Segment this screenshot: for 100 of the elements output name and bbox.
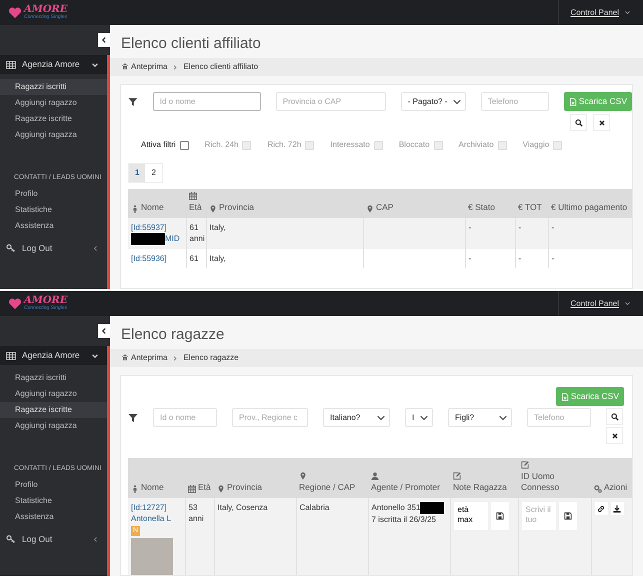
table-cell: Italy, [206,249,363,268]
column-header: Provincia [219,202,254,213]
dropdown[interactable]: Italiano? [323,408,390,427]
sidebar-item[interactable]: Aggiungi ragazzo [0,95,107,111]
sidebar-item[interactable]: Profilo [0,186,107,202]
table-cell: 61 [186,249,206,268]
calendar-icon [189,192,197,200]
sidebar-item[interactable]: Statistiche [0,493,107,509]
filter-icon [128,97,138,107]
page-link[interactable]: 1 [129,164,146,182]
search-button[interactable] [570,114,587,131]
dropdown[interactable]: I [405,408,433,427]
checkbox-label: Attiva filtri [141,139,176,151]
caret-icon [624,300,631,307]
record-link[interactable]: [Id:55937] [131,222,182,233]
gears-icon [594,485,602,493]
close-icon [598,118,606,126]
menu-group-header[interactable]: Agenzia Amore [0,346,107,365]
breadcrumb-link[interactable]: Elenco ragazze [183,352,239,364]
column-header: ID Uomo Connesso [521,471,560,493]
agent-text: Antonello 351 [372,503,420,512]
chevron-left-icon [92,536,99,543]
sidebar-item[interactable]: Aggiungi ragazza [0,127,107,143]
grid-icon [6,352,16,360]
chevron-left-icon [100,36,108,44]
calendar-icon [188,485,196,493]
edit-icon [521,461,529,469]
logout-link[interactable]: Log Out [0,234,107,255]
collapse-button[interactable] [98,324,110,338]
key-icon [6,535,16,544]
record-link[interactable]: MID [165,234,180,244]
sidebar-item[interactable]: Assistenza [0,218,107,234]
breadcrumb-link[interactable]: Anteprima [121,352,168,364]
home-icon [121,62,129,70]
checkbox[interactable] [180,140,189,150]
sidebar-item[interactable]: Ragazze iscritte [0,111,107,127]
breadcrumb-link[interactable]: Anteprima [121,61,168,73]
user-icon [371,472,379,480]
column-header: Agente / Promoter [371,482,440,493]
grid-icon [6,60,16,68]
sidebar-item[interactable]: Ragazzi iscritti [0,370,107,386]
table-cell: Italy, Cosenza [214,498,296,575]
clear-button[interactable] [593,114,610,131]
save-button[interactable] [558,502,576,530]
download-button[interactable] [610,502,624,515]
map-marker-icon [209,205,217,213]
search-button[interactable] [606,408,623,425]
table-cell: Calabria [296,498,368,575]
sidebar-item[interactable]: Aggiungi ragazza [0,418,107,434]
logo-text: AMORE [24,296,68,306]
sidebar-item[interactable]: Ragazze iscritte [0,402,107,418]
file-icon [560,392,569,400]
chevron-left-icon [100,327,108,335]
link-button[interactable] [594,502,608,515]
table-cell: - [548,249,632,268]
record-link[interactable]: [Id:12727] [131,502,182,513]
table-cell: 53 anni [185,498,214,575]
person-icon [131,205,139,213]
column-header: € Stato [468,202,495,213]
map-marker-icon [217,485,225,493]
search-icon [574,118,582,126]
home-icon [121,353,129,361]
download-icon [613,504,621,512]
chevron-right-icon [172,354,178,362]
collapse-button[interactable] [98,33,110,47]
logout-link[interactable]: Log Out [0,525,107,546]
sidebar-item[interactable]: Profilo [0,477,107,493]
note-field[interactable]: età max [454,502,488,530]
clear-button[interactable] [606,427,623,444]
column-header: Nome [141,482,164,493]
chevron-right-icon [172,64,178,70]
sidebar-item[interactable]: Aggiungi ragazzo [0,386,107,402]
logo-text: AMORE [24,5,68,15]
record-link[interactable]: [Id:55936] [131,253,182,264]
column-header: Età [189,202,202,213]
save-button[interactable] [490,502,508,530]
sidebar-item[interactable]: Ragazzi iscritti [0,79,107,95]
dropdown[interactable]: Figli? [448,408,512,427]
menu-group-header[interactable]: Agenzia Amore [0,55,107,74]
map-marker-icon [299,472,307,480]
column-header: Età [198,482,211,493]
dropdown[interactable]: - Pagato? - [400,92,466,111]
save-icon [496,512,504,520]
chevron-left-icon [92,244,99,252]
text-field[interactable]: Id o nome [152,92,261,111]
table-cell: - [515,249,548,268]
page-title: Elenco ragazze [121,326,226,344]
record-link[interactable]: Antonella L [131,513,182,524]
caret-icon [624,9,631,16]
checkbox-label: Archiviato [458,139,494,151]
sidebar-item[interactable]: Assistenza [0,509,107,525]
table-cell: - [465,249,515,268]
key-icon [6,244,16,252]
heart-icon [8,6,22,18]
breadcrumb-link[interactable]: Elenco clienti affiliato [183,61,258,73]
column-header: CAP [376,202,394,213]
redaction-block [420,502,444,514]
note-field[interactable]: Scrivi il tuo [522,502,556,530]
sidebar-item[interactable]: Statistiche [0,202,107,218]
close-icon [610,432,618,440]
